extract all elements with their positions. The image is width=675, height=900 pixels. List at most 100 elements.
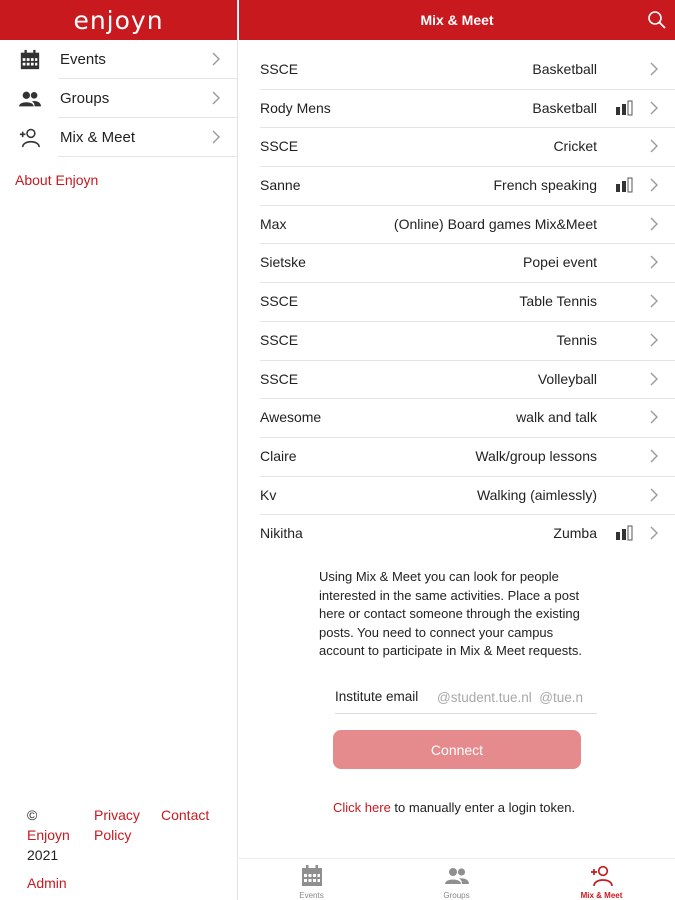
email-label: Institute email (335, 689, 419, 704)
divider (260, 398, 675, 400)
enjoyn-logo[interactable]: enjoyn (73, 6, 163, 35)
post-activity: Basketball (532, 99, 597, 116)
signal-bars-icon (616, 525, 633, 541)
post-row[interactable]: Max (Online) Board games Mix&Meet (239, 204, 675, 244)
people-icon (445, 868, 469, 884)
copyright-year: 2021 (27, 847, 59, 863)
posts-list: SSCE Basketball Rody Mens Basketball SSCE Cri… (239, 50, 675, 553)
chevron-right-icon (650, 255, 658, 269)
sidebar-item-groups[interactable]: Groups (0, 79, 237, 118)
divider (260, 514, 675, 516)
tab-events[interactable]: Events (239, 859, 384, 900)
tab-label: Events (299, 891, 324, 900)
enjoyn-link[interactable]: Enjoyn (27, 825, 70, 845)
post-row[interactable]: SSCE Tennis (239, 320, 675, 360)
post-author: Sanne (260, 177, 301, 194)
divider (260, 320, 675, 322)
chevron-right-icon (650, 178, 658, 192)
post-row[interactable]: SSCE Volleyball (239, 359, 675, 399)
token-note: Click here to manually enter a login tok… (333, 798, 593, 817)
divider (260, 282, 675, 284)
calendar-icon (302, 865, 322, 886)
admin-link[interactable]: Admin (27, 873, 67, 893)
chevron-right-icon (650, 294, 658, 308)
sidebar-item-mix-meet[interactable]: Mix & Meet (0, 118, 237, 157)
post-activity: Popei event (523, 254, 597, 271)
privacy-policy-link[interactable]: Privacy Policy (94, 805, 140, 845)
post-row[interactable]: Sanne French speaking (239, 166, 675, 205)
email-row: Institute email (335, 686, 597, 714)
post-author: SSCE (260, 370, 299, 387)
post-activity: Basketball (532, 61, 597, 77)
post-author: SSCE (260, 138, 299, 155)
post-author: SSCE (260, 61, 299, 77)
divider (58, 156, 237, 157)
connect-button[interactable]: Connect (333, 730, 581, 769)
post-activity: Volleyball (537, 370, 597, 387)
post-row[interactable]: Nikitha Zumba (239, 514, 675, 553)
divider (260, 127, 675, 129)
sidebar-item-label: Events (60, 51, 106, 68)
divider (260, 166, 675, 168)
sidebar-item-label: Groups (60, 90, 110, 107)
add-person-icon (19, 128, 40, 148)
privacy-line-1: Privacy (94, 807, 140, 823)
post-activity: French speaking (493, 177, 597, 194)
post-author: Nikitha (260, 525, 303, 542)
tab-label: Mix & Meet (580, 891, 623, 900)
divider (260, 243, 675, 245)
institute-email-input[interactable] (437, 686, 583, 708)
divider (260, 475, 675, 477)
post-row[interactable]: SSCE Basketball (239, 50, 675, 89)
info-text: Using Mix & Meet you can look for people… (319, 569, 583, 658)
post-activity: (Online) Board games Mix&Meet (393, 215, 597, 232)
main-panel: Mix & Meet SSCE Basketball Rody Mens Basket… (239, 0, 675, 900)
add-person-icon (591, 865, 613, 887)
chevron-right-icon (650, 62, 658, 76)
divider (260, 88, 675, 90)
tab-mix-meet[interactable]: Mix & Meet (529, 859, 674, 900)
chevron-right-icon (650, 372, 658, 385)
chevron-right-icon (650, 449, 658, 463)
signal-bars-icon (616, 100, 633, 116)
copyright-symbol: © (27, 807, 38, 823)
chevron-right-icon (650, 488, 658, 502)
post-activity: Walking (aimlessly) (476, 486, 597, 503)
token-note-text: to manually enter a login token. (390, 800, 576, 815)
click-here-link[interactable]: Click here (333, 800, 391, 815)
post-row[interactable]: SSCE Cricket (239, 127, 675, 166)
chevron-right-icon (650, 526, 658, 540)
bottom-tab-bar: Events Groups Mix & Meet (239, 858, 675, 900)
tab-groups[interactable]: Groups (384, 859, 529, 900)
divider (260, 359, 675, 361)
post-activity: Cricket (553, 138, 597, 155)
signal-bars-icon (616, 177, 633, 193)
post-row[interactable]: Awesome walk and talk (239, 398, 675, 437)
sidebar: enjoyn Events Groups Mix & Meet About En… (0, 0, 238, 900)
post-row[interactable]: SSCE Table Tennis (239, 282, 675, 321)
contact-link[interactable]: Contact (161, 805, 209, 825)
chevron-right-icon (650, 410, 658, 424)
post-row[interactable]: Rody Mens Basketball (239, 88, 675, 128)
post-row[interactable]: Kv Walking (aimlessly) (239, 475, 675, 515)
post-author: Max (260, 215, 287, 232)
tab-label: Groups (443, 891, 470, 900)
about-enjoyn-link[interactable]: About Enjoyn (15, 172, 98, 188)
divider (260, 436, 675, 438)
post-author: Awesome (260, 409, 322, 426)
post-author: Rody Mens (260, 99, 331, 116)
search-icon[interactable] (647, 10, 667, 30)
post-row[interactable]: Claire Walk/group lessons (239, 436, 675, 476)
top-bar: Mix & Meet (239, 0, 675, 40)
chevron-right-icon (650, 217, 658, 231)
sidebar-item-events[interactable]: Events (0, 40, 237, 79)
page-title: Mix & Meet (420, 12, 494, 28)
post-activity: walk and talk (516, 409, 597, 426)
post-activity: Table Tennis (519, 293, 597, 310)
post-author: Kv (260, 486, 277, 503)
sidebar-header: enjoyn (0, 0, 237, 40)
chevron-right-icon (212, 91, 220, 105)
post-activity: Tennis (556, 331, 597, 348)
post-row[interactable]: Sietske Popei event (239, 243, 675, 282)
sidebar-item-label: Mix & Meet (60, 129, 136, 146)
